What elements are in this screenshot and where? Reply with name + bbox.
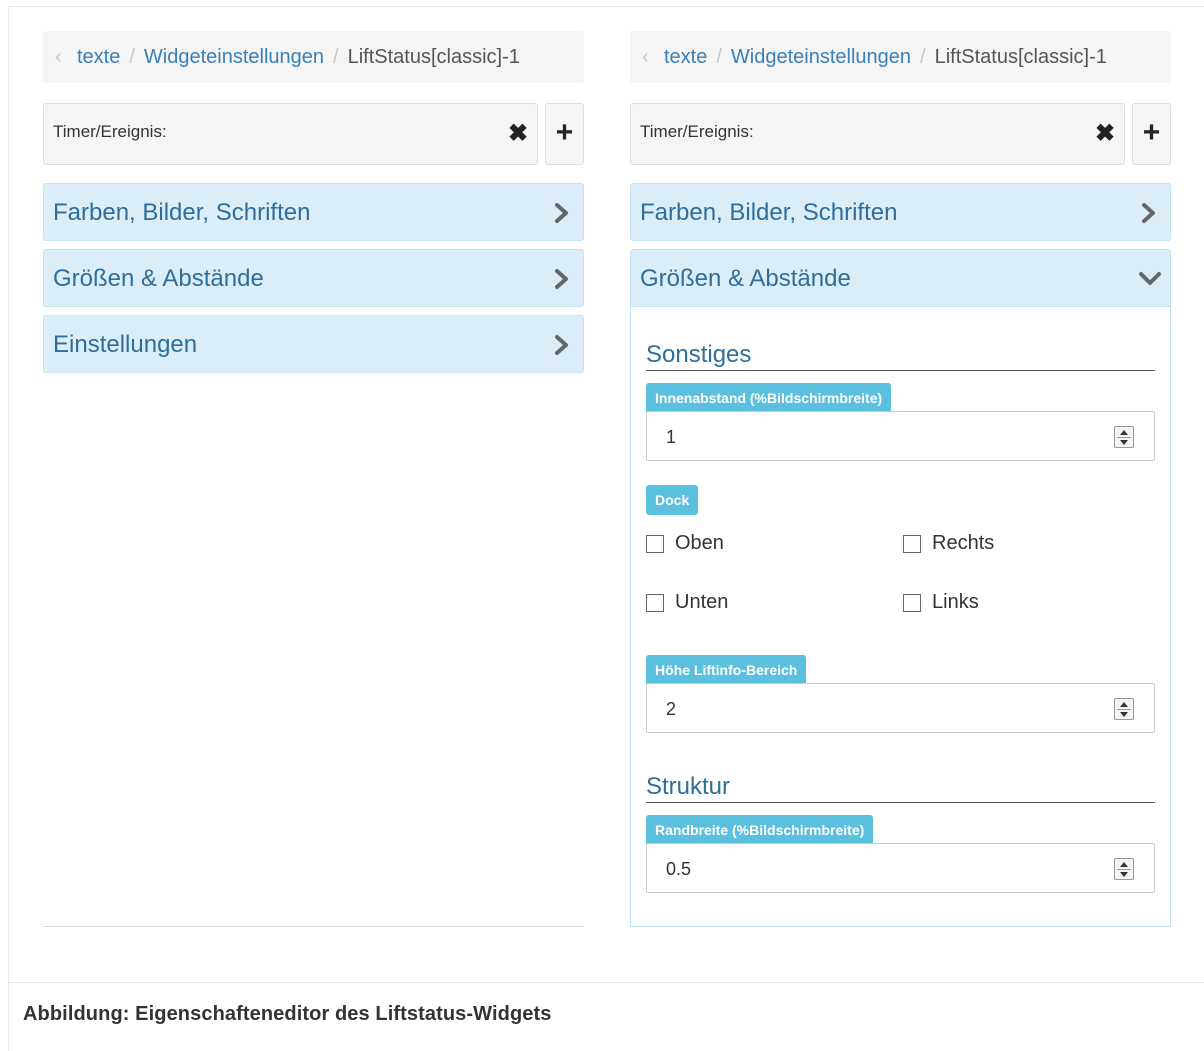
innenabstand-label: Innenabstand (%Bildschirmbreite) [646,383,892,413]
back-chevron-icon[interactable]: ‹ [642,46,656,69]
dock-option-label: Oben [675,532,724,554]
stepper-icon[interactable] [1114,426,1134,448]
chevron-right-icon [1140,202,1158,224]
clear-icon[interactable]: ✖ [1094,119,1116,148]
caption-area: Abbildung: Eigenschafteneditor des Lifts… [8,982,1204,1051]
accordion-title: Größen & Abstände [53,265,264,292]
chevron-right-icon [553,268,571,290]
checkbox-icon[interactable] [646,593,664,612]
accordion-title: Größen & Abstände [640,265,851,292]
section-title-struktur: Struktur [646,773,731,800]
plus-icon: + [1142,116,1161,149]
plus-icon: + [555,116,574,149]
dock-checkbox-rechts[interactable]: Rechts [903,532,994,555]
breadcrumb-separator: / [129,45,135,68]
section-title-sonstiges: Sonstiges [646,341,752,368]
stepper-icon[interactable] [1114,858,1134,880]
accordion-title: Farben, Bilder, Schriften [640,199,898,226]
checkbox-icon[interactable] [646,534,664,553]
breadcrumb-link-texte[interactable]: texte [77,46,120,69]
timer-event-label: Timer/Ereignis: [53,122,167,141]
hoehe-liftinfo-input[interactable]: 2 [646,683,1155,733]
dock-checkbox-oben[interactable]: Oben [646,532,724,555]
checkbox-icon[interactable] [903,534,921,553]
stepper-icon[interactable] [1114,698,1134,720]
breadcrumb-separator: / [333,45,339,68]
breadcrumb-link-widgeteinstellungen[interactable]: Widgeteinstellungen [144,46,324,69]
accordion-title: Farben, Bilder, Schriften [53,199,311,226]
innenabstand-value: 1 [666,427,677,447]
hoehe-liftinfo-label: Höhe Liftinfo-Bereich [646,655,807,685]
timer-event-field[interactable]: Timer/Ereignis: ✖ [630,103,1125,165]
breadcrumb: ‹ texte / Widgeteinstellungen / LiftStat… [630,31,1171,83]
randbreite-input[interactable]: 0.5 [646,843,1155,893]
right-panel: ‹ texte / Widgeteinstellungen / LiftStat… [630,31,1171,927]
breadcrumb-separator: / [920,45,926,68]
dock-checkbox-unten[interactable]: Unten [646,591,728,614]
left-panel: ‹ texte / Widgeteinstellungen / LiftStat… [43,31,584,373]
dock-option-label: Links [932,591,979,613]
add-timer-button[interactable]: + [1132,103,1171,165]
breadcrumb: ‹ texte / Widgeteinstellungen / LiftStat… [43,31,584,83]
section-divider [646,802,1155,803]
chevron-right-icon [553,202,571,224]
timer-row: Timer/Ereignis: ✖ + [630,103,1171,165]
section-divider [646,370,1155,371]
breadcrumb-current: LiftStatus[classic]-1 [934,45,1107,68]
back-chevron-icon[interactable]: ‹ [55,46,69,69]
figure-caption: Abbildung: Eigenschafteneditor des Lifts… [23,1003,552,1025]
panel-divider [43,926,584,927]
chevron-down-icon [1138,270,1162,288]
innenabstand-input[interactable]: 1 [646,411,1155,461]
accordion-einstellungen[interactable]: Einstellungen [43,315,584,373]
accordion-farben-bilder-schriften[interactable]: Farben, Bilder, Schriften [630,183,1171,241]
groessen-abstaende-body: Sonstiges Innenabstand (%Bildschirmbreit… [630,307,1171,927]
checkbox-icon[interactable] [903,593,921,612]
accordion-groessen-abstaende[interactable]: Größen & Abstände [43,249,584,307]
hoehe-liftinfo-value: 2 [666,699,677,719]
accordion-groessen-abstaende-expanded[interactable]: Größen & Abstände [630,249,1171,307]
timer-event-label: Timer/Ereignis: [640,122,754,141]
dock-option-label: Rechts [932,532,995,554]
breadcrumb-current: LiftStatus[classic]-1 [347,45,520,68]
add-timer-button[interactable]: + [545,103,584,165]
timer-event-field[interactable]: Timer/Ereignis: ✖ [43,103,538,165]
accordion-farben-bilder-schriften[interactable]: Farben, Bilder, Schriften [43,183,584,241]
timer-row: Timer/Ereignis: ✖ + [43,103,584,165]
dock-checkbox-links[interactable]: Links [903,591,979,614]
breadcrumb-link-widgeteinstellungen[interactable]: Widgeteinstellungen [731,46,911,69]
breadcrumb-link-texte[interactable]: texte [664,46,707,69]
randbreite-label: Randbreite (%Bildschirmbreite) [646,815,874,845]
accordion-title: Einstellungen [53,331,198,358]
clear-icon[interactable]: ✖ [507,119,529,148]
breadcrumb-separator: / [716,45,722,68]
randbreite-value: 0.5 [666,859,692,879]
chevron-right-icon [553,334,571,356]
dock-option-label: Unten [675,591,729,613]
dock-label: Dock [646,485,699,515]
